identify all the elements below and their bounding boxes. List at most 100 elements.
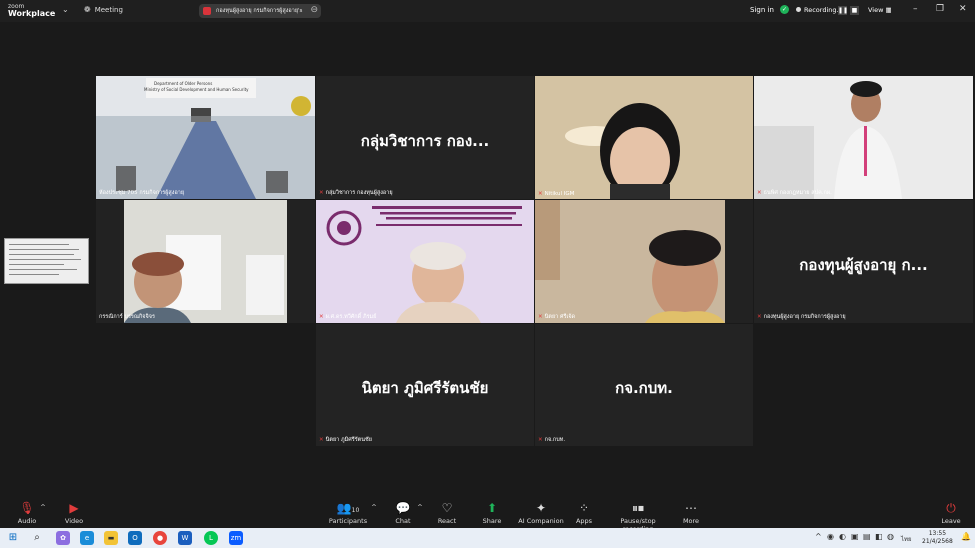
participant-name: ✕ ธนพิศ กองกฎหมาย สปค.กผ.: [757, 190, 832, 196]
participant-name: ห้องประชุม 705 กรมกิจการผู้สูงอายุ: [99, 190, 185, 196]
more-options-icon[interactable]: ⊖: [310, 5, 318, 15]
pause-recording-icon[interactable]: ❚❚: [838, 6, 848, 15]
react-button[interactable]: ♡ React: [433, 500, 461, 525]
audio-options-chevron-icon[interactable]: ^: [40, 503, 46, 511]
participant-name: ✕ กจ.กบท.: [538, 437, 566, 443]
video-tile-nittaya-sri[interactable]: ✕ นิตยา ศรีเจ้ด: [535, 200, 753, 323]
sparkle-icon: ✦: [535, 501, 547, 515]
windows-taskbar: ⊞ ⌕ ✿ e ▬ O ● W L zm ^ ◉ ◐ ▣ ▤ ◧ ◍ ไทย 1…: [0, 528, 975, 548]
notifications-icon[interactable]: 🔔: [961, 532, 971, 541]
close-icon[interactable]: ✕: [959, 4, 967, 14]
ai-companion-button[interactable]: ✦ AI Companion: [518, 500, 564, 525]
participant-name: ✕ นิตยา ศรีเจ้ด: [538, 314, 576, 320]
participant-big-name: กองทุนผู้สูงอายุ ก...: [799, 255, 928, 274]
chat-label: Chat: [395, 517, 411, 525]
more-button[interactable]: ⋯ More: [678, 500, 704, 525]
line-icon[interactable]: L: [204, 531, 218, 545]
word-icon[interactable]: W: [178, 531, 192, 545]
share-button[interactable]: ⬆ Share: [478, 500, 506, 525]
thumb-line: [9, 254, 74, 255]
participant-video: [535, 200, 753, 323]
system-clock[interactable]: 13:55 21/4/2568: [922, 530, 953, 546]
leave-button[interactable]: ⏻ Leave: [937, 500, 965, 525]
video-button[interactable]: ▶ Video: [60, 500, 88, 525]
view-label: View: [868, 6, 884, 14]
input-language[interactable]: ไทย: [901, 534, 912, 544]
recording-status: Recording...: [796, 6, 843, 14]
tray-app-icon[interactable]: ◍: [887, 532, 894, 541]
screen-share-indicator[interactable]: กองทุนผู้สูงอายุ กรมกิจการผู้สูงอายุ's s…: [199, 4, 321, 18]
tray-app-icon[interactable]: ▤: [863, 532, 871, 541]
paw-icon: ❁: [84, 5, 91, 14]
mic-muted-icon: ✕: [757, 314, 762, 320]
tray-app-icon[interactable]: ▣: [851, 532, 859, 541]
chevron-down-icon[interactable]: ⌄: [62, 5, 69, 14]
grid-view-icon: ▦: [885, 6, 892, 14]
thumb-line: [9, 264, 64, 265]
minimize-icon[interactable]: –: [913, 4, 918, 14]
thumb-line: [9, 259, 81, 260]
title-bar: zoom Workplace ⌄ ❁ Meeting กองทุนผู้สูงอา…: [0, 0, 975, 22]
participants-button[interactable]: 👥10 Participants: [328, 500, 368, 525]
meeting-label: Meeting: [94, 6, 123, 14]
video-label: Video: [64, 517, 84, 525]
tray-app-icon[interactable]: ◧: [875, 532, 883, 541]
room-slide-line2: Ministry of Social Development and Human…: [144, 87, 249, 92]
shared-screen-thumbnail[interactable]: [4, 238, 89, 284]
file-explorer-icon[interactable]: ▬: [104, 531, 118, 545]
mic-muted-icon: ✕: [319, 314, 324, 320]
shield-check-icon[interactable]: ✓: [780, 5, 789, 14]
more-label: More: [682, 517, 700, 525]
video-tile-nittaya-phum[interactable]: นิตยา ภูมิศรีรัตนชัย ✕ นิตยา ภูมิศรีรัตนช…: [316, 324, 534, 446]
mic-muted-icon: ✕: [319, 437, 324, 443]
participant-big-name: นิตยา ภูมิศรีรัตนชัย: [361, 379, 489, 397]
share-app-icon: [203, 7, 211, 15]
recording-dot-icon: [796, 7, 801, 12]
windows-start-icon[interactable]: ⊞: [6, 531, 20, 545]
edge-icon[interactable]: e: [80, 531, 94, 545]
audio-label: Audio: [17, 517, 37, 525]
participant-video: [754, 76, 973, 199]
search-icon[interactable]: ⌕: [30, 531, 44, 545]
stop-recording-icon[interactable]: ■: [850, 6, 859, 15]
chat-button[interactable]: 💬 Chat: [391, 500, 415, 525]
participant-name: ✕ กลุ่มวิชาการ กองทุนผู้สูงอายุ: [319, 190, 393, 196]
video-tile-kannika[interactable]: กรรณิการ์ บรรณกิจจิจร: [96, 200, 315, 323]
video-tile-academic-group[interactable]: กลุ่มวิชาการ กอง... ✕ กลุ่มวิชาการ กองทุน…: [316, 76, 534, 199]
video-tile-thanapit[interactable]: ✕ ธนพิศ กองกฎหมาย สปค.กผ.: [754, 76, 973, 199]
thumb-line: [9, 249, 79, 250]
tray-chevron-icon[interactable]: ^: [815, 532, 822, 541]
restore-icon[interactable]: ❐: [936, 4, 944, 14]
apps-label: Apps: [575, 517, 593, 525]
participant-video: [96, 200, 315, 323]
mic-muted-icon: ✕: [538, 437, 543, 443]
chat-icon: 💬: [395, 501, 411, 515]
more-icon: ⋯: [685, 501, 697, 515]
zoom-icon[interactable]: zm: [229, 531, 243, 545]
react-label: React: [437, 517, 457, 525]
view-button[interactable]: View ▦: [868, 6, 892, 14]
tray-app-icon[interactable]: ◉: [827, 532, 834, 541]
video-tile-presenter[interactable]: ✕ ผ.ศ.ดร.ทวีศักดิ์ ภิรมย์: [316, 200, 534, 323]
participants-chevron-icon[interactable]: ^: [371, 503, 377, 511]
video-tile-conference-room[interactable]: Department of Older Persons Ministry of …: [96, 76, 315, 199]
clock-date: 21/4/2568: [922, 538, 953, 545]
sign-in-link[interactable]: Sign in: [750, 6, 774, 14]
chat-chevron-icon[interactable]: ^: [417, 503, 423, 511]
apps-button[interactable]: ⁘ Apps: [572, 500, 596, 525]
audio-button[interactable]: 🎙 Audio: [14, 500, 40, 525]
outlook-icon[interactable]: O: [128, 531, 142, 545]
video-tile-kj-kbt[interactable]: กจ.กบท. ✕ กจ.กบท.: [535, 324, 753, 446]
apps-icon: ⁘: [578, 501, 590, 515]
copilot-icon[interactable]: ✿: [56, 531, 70, 545]
participants-icon: 👥10: [336, 501, 360, 515]
room-slide-line1: Department of Older Persons: [154, 81, 213, 86]
tray-app-icon[interactable]: ◐: [839, 532, 846, 541]
share-screen-icon: ⬆: [486, 501, 498, 515]
chrome-icon[interactable]: ●: [153, 531, 167, 545]
mic-muted-icon: ✕: [757, 190, 762, 196]
meeting-menu[interactable]: ❁ Meeting: [84, 5, 123, 14]
share-label: Share: [482, 517, 502, 525]
video-tile-elderly-fund[interactable]: กองทุนผู้สูงอายุ ก... ✕ กองทุนผู้สูงอายุ …: [754, 200, 973, 323]
video-tile-nitikul[interactable]: ✕ Nitikul IGM: [535, 76, 753, 199]
